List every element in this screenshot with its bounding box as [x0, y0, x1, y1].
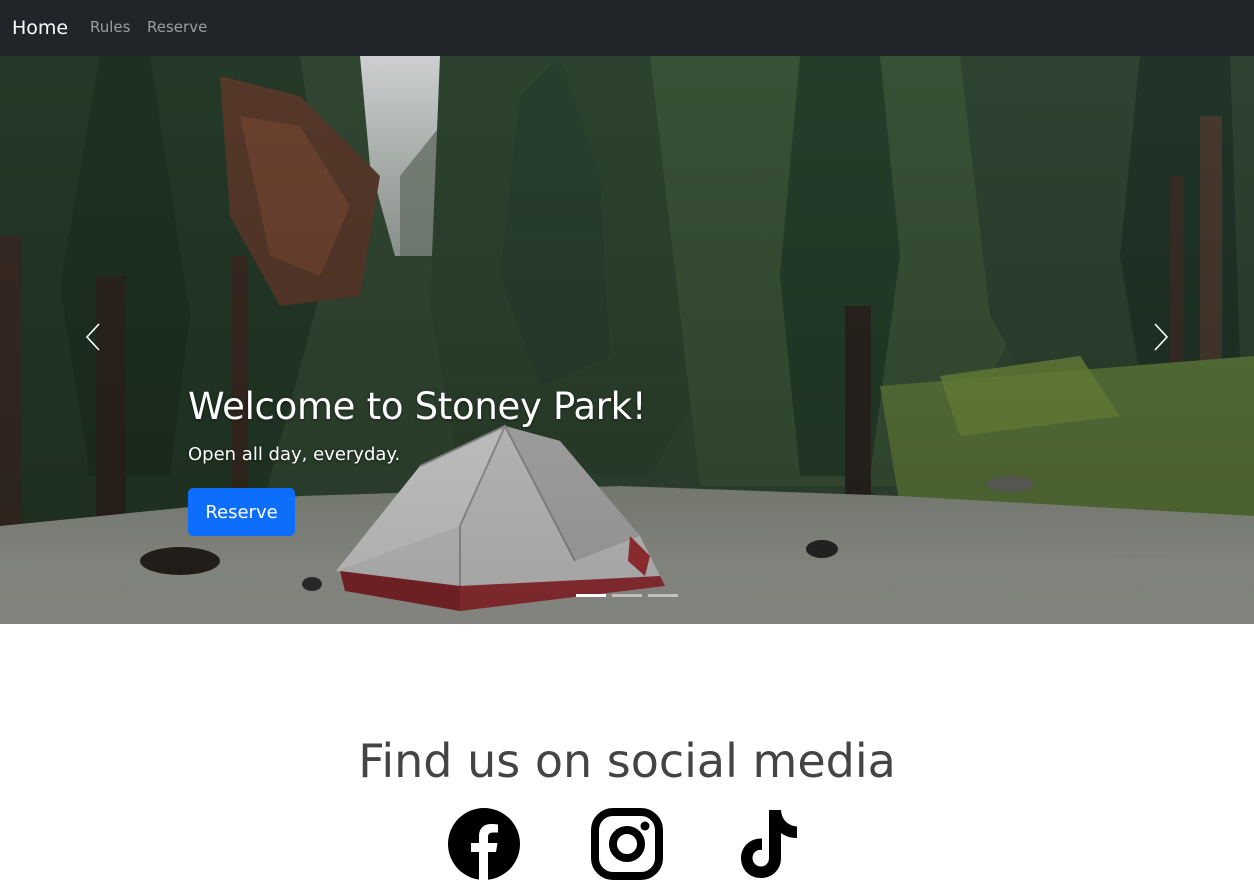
- forest-campsite-image: [0, 56, 1254, 624]
- hero-carousel: Welcome to Stoney Park! Open all day, ev…: [0, 56, 1254, 624]
- top-navbar: Home Rules Reserve: [0, 0, 1254, 56]
- carousel-indicator-3[interactable]: [648, 594, 678, 597]
- nav-rules-link[interactable]: Rules: [90, 18, 130, 36]
- chevron-right-icon: [1154, 323, 1169, 351]
- carousel-indicators: [576, 594, 678, 597]
- tiktok-link[interactable]: [735, 808, 807, 880]
- instagram-icon: [591, 808, 663, 880]
- carousel-caption: Welcome to Stoney Park! Open all day, ev…: [188, 384, 647, 467]
- nav-home-link[interactable]: Home: [12, 17, 68, 39]
- instagram-link[interactable]: [591, 808, 663, 880]
- carousel-prev-button[interactable]: [79, 322, 109, 352]
- reserve-button[interactable]: Reserve: [188, 488, 295, 536]
- social-heading: Find us on social media: [358, 734, 896, 788]
- chevron-left-icon: [85, 323, 100, 351]
- hero-title: Welcome to Stoney Park!: [188, 385, 647, 428]
- carousel-indicator-2[interactable]: [612, 594, 642, 597]
- tiktok-icon: [741, 810, 797, 878]
- nav-reserve-link[interactable]: Reserve: [147, 18, 207, 36]
- facebook-link[interactable]: [448, 808, 520, 880]
- facebook-icon: [448, 808, 520, 880]
- carousel-indicator-1[interactable]: [576, 594, 606, 597]
- hero-subtitle: Open all day, everyday.: [188, 444, 401, 465]
- carousel-next-button[interactable]: [1145, 322, 1175, 352]
